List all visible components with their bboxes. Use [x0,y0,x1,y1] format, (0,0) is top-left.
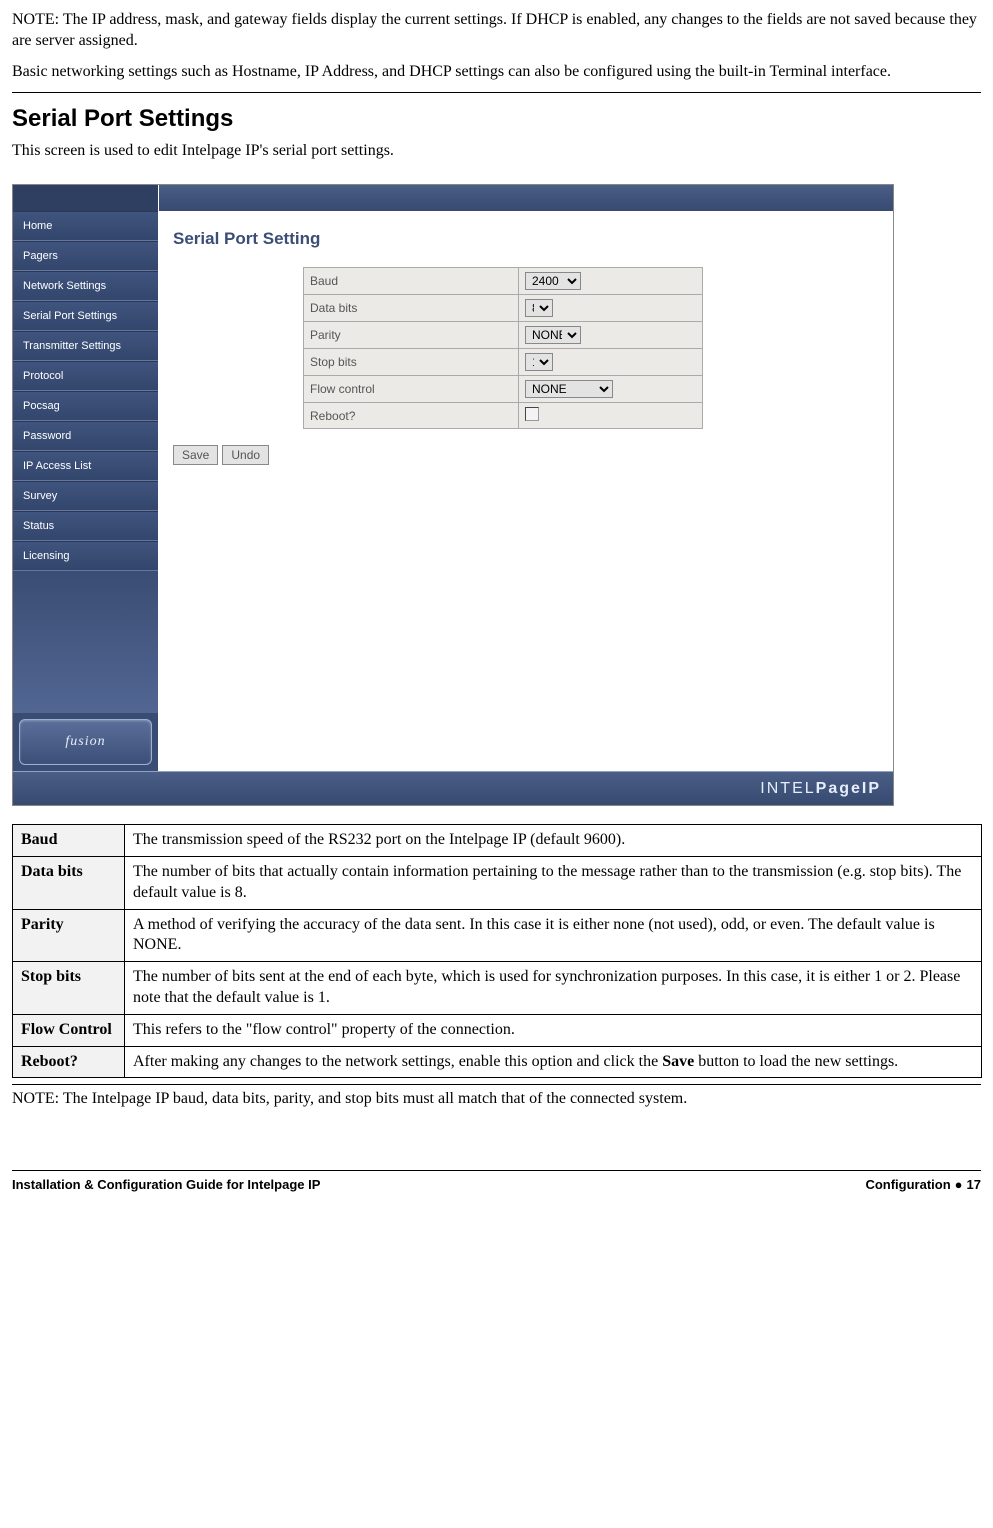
app-topbar [13,185,893,211]
field-value-cell: 1 [519,349,703,376]
description-table: BaudThe transmission speed of the RS232 … [12,824,982,1078]
section-intro-text: This screen is used to edit Intelpage IP… [12,141,981,162]
desc-definition: The number of bits sent at the end of ea… [125,962,982,1015]
panel-heading: Serial Port Setting [173,229,879,249]
horizontal-rule [12,1084,981,1085]
field-label: Baud [304,268,519,295]
sidebar-item-status[interactable]: Status [13,511,158,541]
field-value-cell [519,403,703,429]
desc-term: Parity [13,909,125,962]
field-label: Parity [304,322,519,349]
sidebar-spacer [13,571,158,713]
field-label: Reboot? [304,403,519,429]
sidebar-item-transmitter-settings[interactable]: Transmitter Settings [13,331,158,361]
desc-definition: After making any changes to the network … [125,1046,982,1078]
embedded-screenshot: HomePagersNetwork SettingsSerial Port Se… [12,184,981,806]
app-sidebar: HomePagersNetwork SettingsSerial Port Se… [13,211,159,771]
field-label: Flow control [304,376,519,403]
app-footbar: INTELPageIP [13,771,893,805]
note-dhcp: NOTE: The IP address, mask, and gateway … [12,10,981,52]
sidebar-item-pagers[interactable]: Pagers [13,241,158,271]
brand-text-bold: PageIP [816,780,881,798]
desc-term: Data bits [13,856,125,909]
field-label: Data bits [304,295,519,322]
fusion-logo: fusion [19,719,152,765]
field-value-cell: 8 [519,295,703,322]
desc-term: Stop bits [13,962,125,1015]
sidebar-item-network-settings[interactable]: Network Settings [13,271,158,301]
horizontal-rule [12,92,981,93]
sidebar-item-licensing[interactable]: Licensing [13,541,158,571]
flow-control-select[interactable]: NONE [525,380,613,398]
desc-term: Baud [13,825,125,857]
sidebar-item-home[interactable]: Home [13,211,158,241]
parity-select[interactable]: NONE [525,326,581,344]
brand-text-thin: INTEL [760,780,815,798]
desc-definition: This refers to the "flow control" proper… [125,1014,982,1046]
desc-definition: The transmission speed of the RS232 port… [125,825,982,857]
save-button[interactable]: Save [173,445,218,465]
bottom-note: NOTE: The Intelpage IP baud, data bits, … [12,1089,981,1110]
field-value-cell: 2400 [519,268,703,295]
sidebar-item-ip-access-list[interactable]: IP Access List [13,451,158,481]
footer-left: Installation & Configuration Guide for I… [12,1177,320,1192]
undo-button[interactable]: Undo [222,445,269,465]
desc-term: Flow Control [13,1014,125,1046]
field-value-cell: NONE [519,322,703,349]
desc-definition: A method of verifying the accuracy of th… [125,909,982,962]
data-bits-select[interactable]: 8 [525,299,553,317]
field-value-cell: NONE [519,376,703,403]
footer-right: Configuration●17 [865,1177,981,1192]
sidebar-item-serial-port-settings[interactable]: Serial Port Settings [13,301,158,331]
sidebar-item-protocol[interactable]: Protocol [13,361,158,391]
desc-term: Reboot? [13,1046,125,1078]
baud-select[interactable]: 2400 [525,272,581,290]
sidebar-item-survey[interactable]: Survey [13,481,158,511]
desc-definition: The number of bits that actually contain… [125,856,982,909]
sidebar-item-pocsag[interactable]: Pocsag [13,391,158,421]
serial-settings-form: Baud 2400 Data bits 8 Parity NONE Stop bits 1 Fl… [303,267,703,429]
note-terminal: Basic networking settings such as Hostna… [12,62,981,83]
reboot-checkbox[interactable] [525,407,539,421]
page-footer: Installation & Configuration Guide for I… [12,1177,981,1192]
field-label: Stop bits [304,349,519,376]
footer-rule [12,1170,981,1171]
stop-bits-select[interactable]: 1 [525,353,553,371]
section-heading: Serial Port Settings [12,105,981,133]
sidebar-item-password[interactable]: Password [13,421,158,451]
